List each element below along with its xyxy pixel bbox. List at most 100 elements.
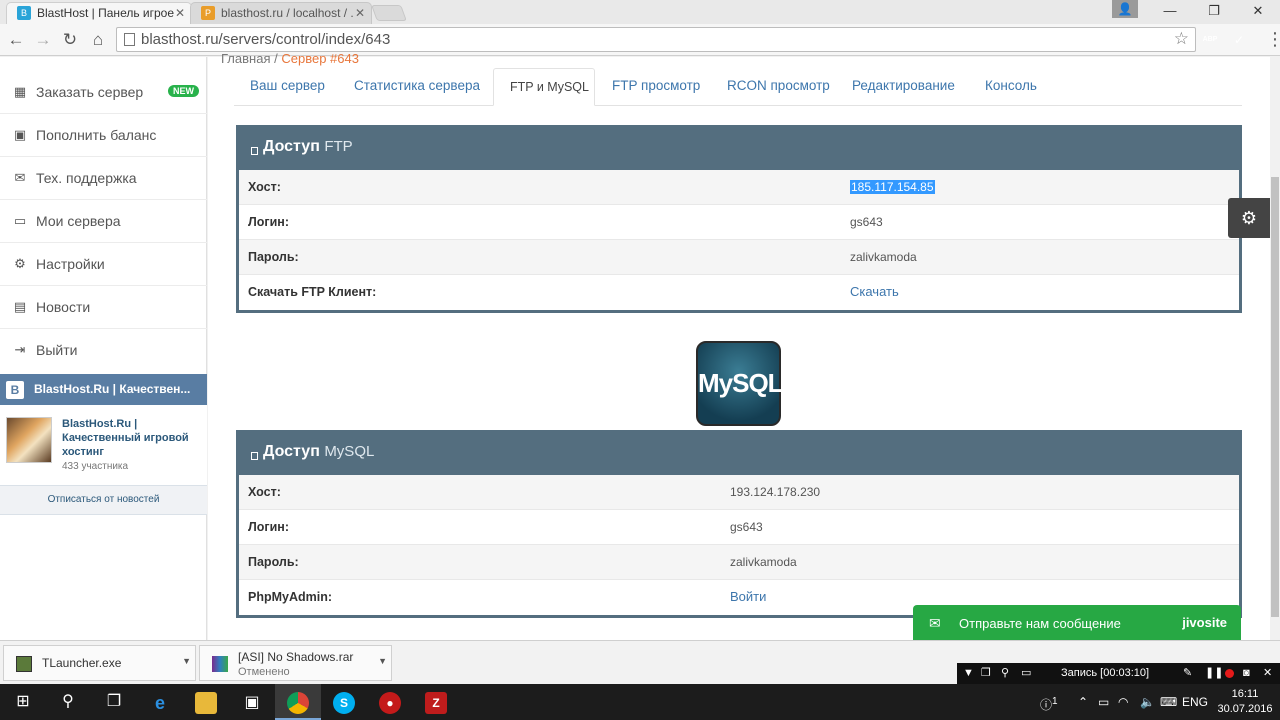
user-profile-icon[interactable]: 👤: [1112, 0, 1138, 18]
windows-start-icon[interactable]: ⊞: [0, 684, 46, 720]
pen-icon[interactable]: ✎: [1183, 663, 1192, 684]
minimize-button[interactable]: —: [1148, 0, 1192, 24]
winrar-archive-icon: [212, 656, 228, 672]
tab-your-server[interactable]: Ваш сервер: [234, 68, 341, 106]
filezilla-app[interactable]: Z: [413, 684, 459, 720]
chrome-menu-icon[interactable]: ⋮: [1266, 28, 1280, 50]
adblock-plus-icon[interactable]: ABP: [1200, 30, 1220, 50]
url-text[interactable]: blasthost.ru/servers/control/index/643: [141, 31, 390, 48]
maximize-button[interactable]: ❐: [1192, 0, 1236, 24]
bookmark-star-icon[interactable]: ☆: [1174, 29, 1189, 49]
mysql-password-value: zalivkamoda: [730, 555, 797, 569]
vk-unsubscribe-link[interactable]: Отписаться от новостей: [0, 485, 207, 515]
chrome-icon: [287, 692, 309, 714]
notification-center-icon[interactable]: ⓘ1: [1040, 684, 1058, 720]
chrome-app[interactable]: [275, 684, 321, 720]
tab-server-stats[interactable]: Статистика сервера: [338, 68, 496, 106]
vk-group-name[interactable]: BlastHost.Ru | Качественный игровой хост…: [62, 417, 202, 459]
tab-rcon-view[interactable]: RCON просмотр: [711, 68, 846, 106]
vk-logo-icon: B: [6, 381, 24, 399]
recorder-app[interactable]: ●: [367, 684, 413, 720]
pause-icon[interactable]: ❚❚: [1205, 663, 1223, 684]
sidebar-item-my-servers[interactable]: ▭ Мои сервера: [0, 200, 207, 243]
volume-icon[interactable]: 🔈: [1140, 684, 1155, 720]
language-indicator[interactable]: ENG: [1182, 684, 1208, 720]
tab-close-icon[interactable]: ✕: [355, 3, 365, 23]
recording-timer: Запись [00:03:10]: [1061, 667, 1150, 679]
browser-toolbar: ← → ↻ ⌂ blasthost.ru/servers/control/ind…: [0, 24, 1280, 56]
table-row: Хост: 193.124.178.230: [239, 475, 1239, 510]
shield-extension-icon[interactable]: ✓: [1229, 30, 1249, 50]
gears-icon: ⚙: [14, 256, 26, 271]
mysql-logo-icon: MySQL: [696, 341, 784, 426]
tab-close-icon[interactable]: ✕: [175, 3, 185, 23]
skype-app[interactable]: S: [321, 684, 367, 720]
region-icon[interactable]: ▭: [1021, 663, 1031, 684]
keyboard-icon[interactable]: ⌨: [1160, 684, 1177, 720]
mysql-login-label: Логин:: [248, 520, 290, 534]
sidebar-item-label: Заказать сервер: [36, 84, 144, 100]
zoom-icon[interactable]: ⚲: [1001, 663, 1009, 684]
new-badge: NEW: [168, 85, 199, 97]
ftp-host-value[interactable]: 185.117.154.85: [850, 180, 935, 194]
sidebar-item-support[interactable]: ✉ Тех. поддержка: [0, 157, 207, 200]
download-item-no-shadows[interactable]: [ASI] No Shadows.rar Отменено ▼: [199, 645, 392, 681]
settings-gear-icon[interactable]: ⚙: [1228, 198, 1270, 238]
battery-icon[interactable]: ▭: [1098, 684, 1109, 720]
search-icon[interactable]: ⚲: [45, 684, 91, 720]
wifi-icon[interactable]: ◠: [1118, 684, 1128, 720]
store-app[interactable]: ▣: [229, 684, 275, 720]
system-clock[interactable]: 16:11 30.07.2016: [1216, 687, 1274, 717]
record-stop-icon[interactable]: [1225, 669, 1234, 678]
sidebar-item-logout[interactable]: ⇥ Выйти: [0, 329, 207, 372]
window-icon[interactable]: ❐: [981, 663, 991, 684]
page-scrollbar[interactable]: [1270, 57, 1280, 640]
dropdown-arrow-icon[interactable]: ▼: [963, 663, 974, 684]
chevron-down-icon[interactable]: ▼: [378, 656, 387, 666]
breadcrumb-home[interactable]: Главная: [221, 51, 270, 66]
back-arrow-icon[interactable]: ←: [5, 29, 27, 51]
folder-icon: [195, 692, 217, 714]
jivosite-chat-widget[interactable]: ✉ Отправьте нам сообщение jivosite: [913, 605, 1241, 642]
download-ftp-client-link[interactable]: Скачать: [850, 284, 899, 299]
file-explorer-app[interactable]: [183, 684, 229, 720]
main-content: Главная / Сервер #643 Ваш сервер Статист…: [208, 51, 1270, 640]
vk-widget-title: BlastHost.Ru | Качествен...: [34, 382, 191, 396]
home-icon[interactable]: ⌂: [87, 29, 109, 51]
table-row: Логин: gs643: [239, 510, 1239, 545]
close-icon[interactable]: ✕: [1263, 663, 1272, 684]
vk-group-avatar[interactable]: [6, 417, 52, 463]
chat-message-label: Отправьте нам сообщение: [959, 616, 1121, 631]
task-view-icon[interactable]: ❐: [91, 684, 137, 720]
download-item-tlauncher[interactable]: TLauncher.exe ▼: [3, 645, 196, 681]
camera-icon[interactable]: ◙: [1243, 663, 1250, 684]
edge-browser-app[interactable]: e: [137, 684, 183, 720]
address-bar[interactable]: blasthost.ru/servers/control/index/643 ☆: [116, 27, 1196, 52]
chevron-down-icon[interactable]: ▼: [182, 656, 191, 666]
sidebar-item-news[interactable]: ▤ Новости: [0, 286, 207, 329]
sidebar-item-order-server[interactable]: ▦ Заказать сервер NEW: [0, 71, 207, 114]
notification-count: 1: [1052, 696, 1058, 707]
forward-arrow-icon[interactable]: →: [32, 29, 54, 51]
tab-ftp-view[interactable]: FTP просмотр: [596, 68, 716, 106]
phpmyadmin-login-link[interactable]: Войти: [730, 589, 766, 604]
ftp-access-panel: Доступ FTP Хост: 185.117.154.85 Логин: g…: [236, 125, 1242, 313]
download-filename: [ASI] No Shadows.rar: [238, 650, 354, 664]
panel-square-icon: [251, 147, 258, 155]
skype-icon: S: [333, 692, 355, 714]
browser-tab-phpmyadmin[interactable]: P blasthost.ru / localhost / . ✕: [190, 2, 372, 24]
browser-tab-blasthost[interactable]: B BlastHost | Панель игрое ✕: [6, 2, 192, 24]
sidebar-item-settings[interactable]: ⚙ Настройки: [0, 243, 207, 286]
tray-up-arrow-icon[interactable]: ⌃: [1078, 684, 1088, 720]
calendar-icon: ▤: [13, 299, 27, 314]
phpmyadmin-favicon-icon: P: [201, 6, 215, 20]
tab-ftp-mysql[interactable]: FTP и MySQL: [493, 68, 595, 106]
tab-edit[interactable]: Редактирование: [836, 68, 971, 106]
tab-console[interactable]: Консоль: [969, 68, 1053, 106]
reload-icon[interactable]: ↻: [59, 29, 81, 51]
new-tab-button[interactable]: [371, 5, 407, 21]
scrollbar-thumb[interactable]: [1271, 177, 1279, 617]
close-window-button[interactable]: ✕: [1236, 0, 1280, 24]
vk-widget-header[interactable]: B BlastHost.Ru | Качествен...: [0, 374, 207, 405]
sidebar-item-top-up-balance[interactable]: ▣ Пополнить баланс: [0, 114, 207, 157]
